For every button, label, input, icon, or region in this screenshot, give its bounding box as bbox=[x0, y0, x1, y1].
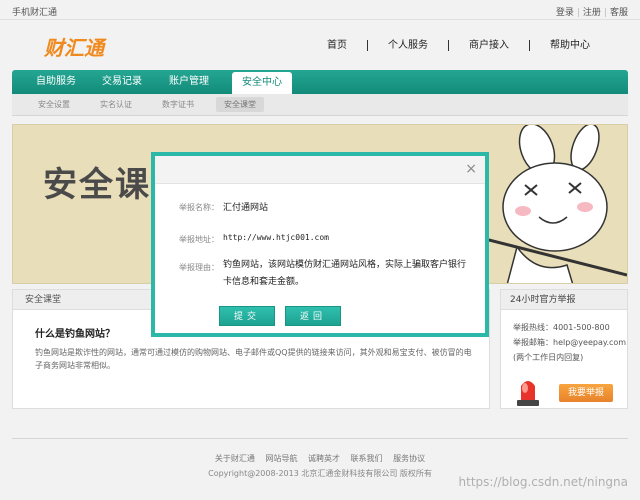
report-name-value: 汇付通网站 bbox=[223, 203, 269, 213]
report-url-label: 举报地址： bbox=[179, 235, 219, 244]
report-reason-label: 举报理由： bbox=[179, 263, 219, 272]
submit-button[interactable]: 提交 bbox=[219, 306, 275, 326]
report-reason-value: 钓鱼网站，该网站模仿财汇通网站风格，实际上骗取客户银行卡信息和套走金额。 bbox=[223, 260, 467, 287]
back-button[interactable]: 返回 bbox=[285, 306, 341, 326]
close-icon[interactable]: × bbox=[465, 162, 477, 176]
report-name-label: 举报名称： bbox=[179, 203, 219, 212]
dialog-header: × bbox=[155, 156, 485, 184]
modal-overlay: × 举报名称： 汇付通网站 举报地址： http://www.htjc001.c… bbox=[0, 0, 640, 500]
report-url-value: http://www.htjc001.com bbox=[223, 233, 329, 242]
report-dialog: × 举报名称： 汇付通网站 举报地址： http://www.htjc001.c… bbox=[151, 152, 489, 337]
